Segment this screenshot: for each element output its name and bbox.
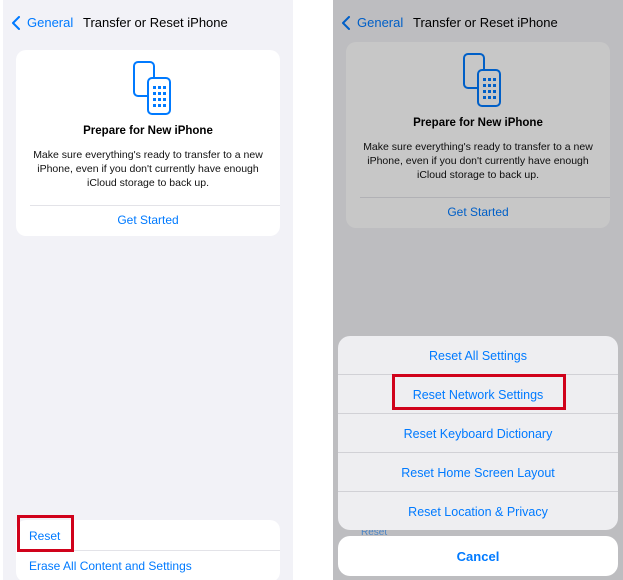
left-phone-screen: General Transfer or Reset iPhone Prepare… [3,0,293,580]
prepare-title: Prepare for New iPhone [83,125,213,137]
get-started-button[interactable]: Get Started [16,213,280,227]
highlight-box-reset [17,515,74,552]
two-phones-icon [133,61,171,115]
reset-keyboard-dictionary-button[interactable]: Reset Keyboard Dictionary [338,414,618,453]
reset-action-sheet: Reset All Settings Reset Network Setting… [338,336,618,530]
reset-all-settings-button[interactable]: Reset All Settings [338,336,618,375]
page-title: Transfer or Reset iPhone [83,15,228,30]
back-label: General [27,15,74,30]
right-phone-screen: General Transfer or Reset iPhone Prepare… [333,0,623,580]
cancel-button[interactable]: Cancel [338,536,618,576]
reset-location-privacy-button[interactable]: Reset Location & Privacy [338,492,618,530]
prepare-description: Make sure everything's ready to transfer… [33,149,263,189]
divider [30,205,280,206]
highlight-box-network [392,374,566,410]
prepare-card: Prepare for New iPhone Make sure everyth… [16,50,280,236]
chevron-left-icon [12,15,20,30]
reset-home-screen-layout-button[interactable]: Reset Home Screen Layout [338,453,618,492]
navigation-bar: General Transfer or Reset iPhone [3,0,293,44]
erase-all-button[interactable]: Erase All Content and Settings [29,559,192,573]
back-button[interactable]: General [11,15,73,30]
